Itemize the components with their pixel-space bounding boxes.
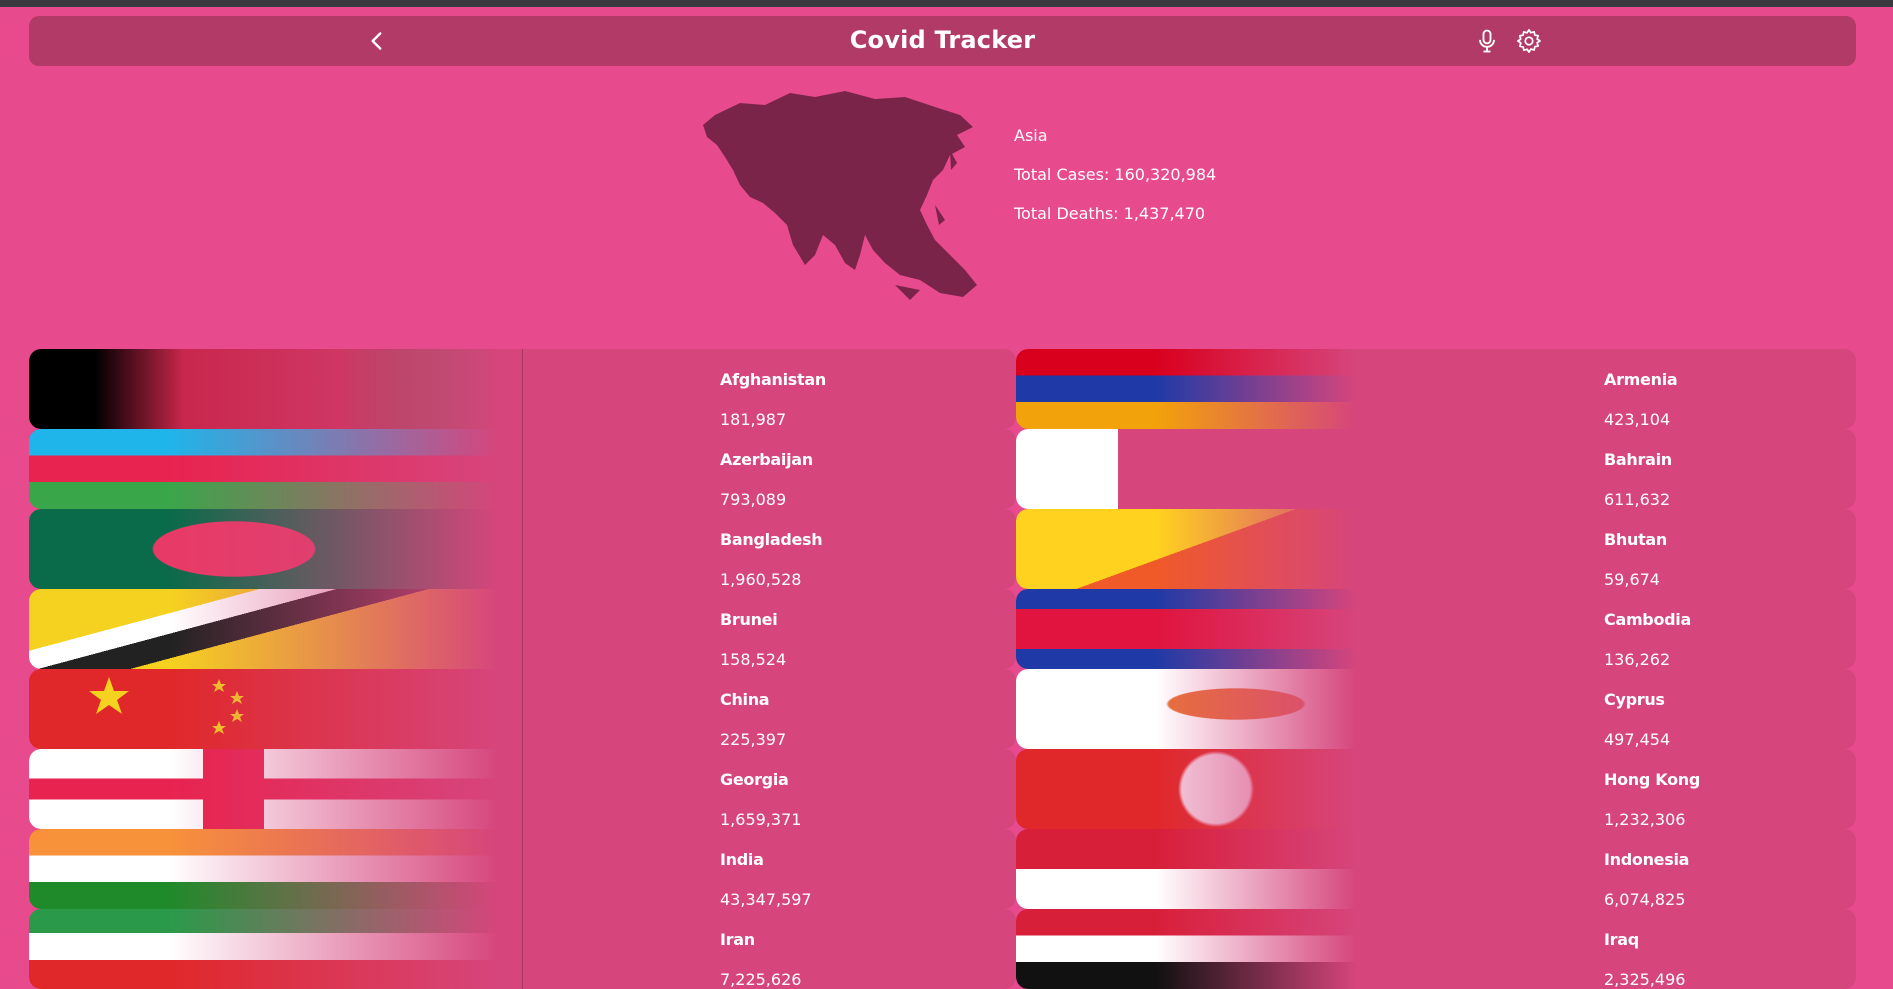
- region-name: Asia: [1014, 126, 1048, 145]
- cyprus-flag: [1016, 669, 1356, 749]
- country-cases: 6,074,825: [1604, 890, 1686, 909]
- country-card[interactable]: Iran 7,225,626: [29, 909, 1016, 989]
- country-card[interactable]: Bhutan 59,674: [1016, 509, 1856, 589]
- georgia-flag: [29, 749, 499, 829]
- country-card[interactable]: Iraq 2,325,496: [1016, 909, 1856, 989]
- country-name: Georgia: [720, 770, 789, 789]
- country-name: Cyprus: [1604, 690, 1665, 709]
- country-name: India: [720, 850, 764, 869]
- country-card[interactable]: Armenia 423,104: [1016, 349, 1856, 429]
- card-divider: [522, 589, 523, 669]
- armenia-flag: [1016, 349, 1356, 429]
- country-cases: 1,960,528: [720, 570, 802, 589]
- country-cases: 136,262: [1604, 650, 1671, 669]
- bhutan-flag: [1016, 509, 1356, 589]
- country-card[interactable]: Hong Kong 1,232,306: [1016, 749, 1856, 829]
- country-cases: 43,347,597: [720, 890, 812, 909]
- country-cases: 611,632: [1604, 490, 1671, 509]
- country-cases: 7,225,626: [720, 970, 802, 989]
- country-name: Iran: [720, 930, 755, 949]
- card-divider: [522, 749, 523, 829]
- country-card[interactable]: China 225,397: [29, 669, 1016, 749]
- iraq-flag: [1016, 909, 1356, 989]
- star-icon: [89, 677, 244, 734]
- card-divider: [522, 669, 523, 749]
- cambodia-flag: [1016, 589, 1356, 669]
- bangladesh-flag: [29, 509, 499, 589]
- afghanistan-flag: [29, 349, 499, 429]
- country-name: China: [720, 690, 770, 709]
- microphone-icon[interactable]: [1473, 27, 1501, 55]
- country-card[interactable]: India 43,347,597: [29, 829, 1016, 909]
- country-name: Bhutan: [1604, 530, 1668, 549]
- country-card[interactable]: Cambodia 136,262: [1016, 589, 1856, 669]
- country-cases: 1,232,306: [1604, 810, 1686, 829]
- country-card[interactable]: Bahrain 611,632: [1016, 429, 1856, 509]
- indonesia-flag: [1016, 829, 1356, 909]
- country-cases: 1,659,371: [720, 810, 802, 829]
- country-cases: 225,397: [720, 730, 787, 749]
- country-list-right: Armenia 423,104 Bahrain 611,632 Bhutan 5…: [1016, 349, 1856, 989]
- country-name: Azerbaijan: [720, 450, 813, 469]
- page-title: Covid Tracker: [849, 26, 1036, 54]
- total-cases: Total Cases: 160,320,984: [1014, 165, 1217, 184]
- china-flag: [29, 669, 499, 749]
- bahrain-flag: [1016, 429, 1356, 509]
- country-name: Armenia: [1604, 370, 1678, 389]
- hong-kong-flag: [1016, 749, 1356, 829]
- country-card[interactable]: Brunei 158,524: [29, 589, 1016, 669]
- window-top-strip: [0, 0, 1893, 7]
- country-list-left: Afghanistan 181,987 Azerbaijan 793,089 B…: [29, 349, 1016, 989]
- gear-icon[interactable]: [1515, 27, 1543, 55]
- country-card[interactable]: Azerbaijan 793,089: [29, 429, 1016, 509]
- country-name: Brunei: [720, 610, 778, 629]
- card-divider: [522, 509, 523, 589]
- azerbaijan-flag: [29, 429, 499, 509]
- country-card[interactable]: Afghanistan 181,987: [29, 349, 1016, 429]
- country-name: Iraq: [1604, 930, 1639, 949]
- card-divider: [522, 829, 523, 909]
- country-name: Cambodia: [1604, 610, 1691, 629]
- country-cases: 59,674: [1604, 570, 1660, 589]
- country-cases: 2,325,496: [1604, 970, 1686, 989]
- country-name: Indonesia: [1604, 850, 1690, 869]
- country-card[interactable]: Indonesia 6,074,825: [1016, 829, 1856, 909]
- country-cases: 793,089: [720, 490, 787, 509]
- total-deaths: Total Deaths: 1,437,470: [1014, 204, 1206, 223]
- country-card[interactable]: Cyprus 497,454: [1016, 669, 1856, 749]
- card-divider: [522, 909, 523, 989]
- country-name: Bahrain: [1604, 450, 1672, 469]
- country-cases: 423,104: [1604, 410, 1671, 429]
- india-flag: [29, 829, 499, 909]
- country-name: Hong Kong: [1604, 770, 1701, 789]
- country-name: Bangladesh: [720, 530, 823, 549]
- country-card[interactable]: Georgia 1,659,371: [29, 749, 1016, 829]
- country-card[interactable]: Bangladesh 1,960,528: [29, 509, 1016, 589]
- card-divider: [522, 349, 523, 429]
- iran-flag: [29, 909, 499, 989]
- country-cases: 497,454: [1604, 730, 1671, 749]
- asia-map-image: [703, 91, 977, 300]
- brunei-flag: [29, 589, 499, 669]
- country-cases: 158,524: [720, 650, 787, 669]
- app-header: Covid Tracker: [29, 16, 1856, 66]
- country-cases: 181,987: [720, 410, 787, 429]
- card-divider: [522, 429, 523, 509]
- country-name: Afghanistan: [720, 370, 826, 389]
